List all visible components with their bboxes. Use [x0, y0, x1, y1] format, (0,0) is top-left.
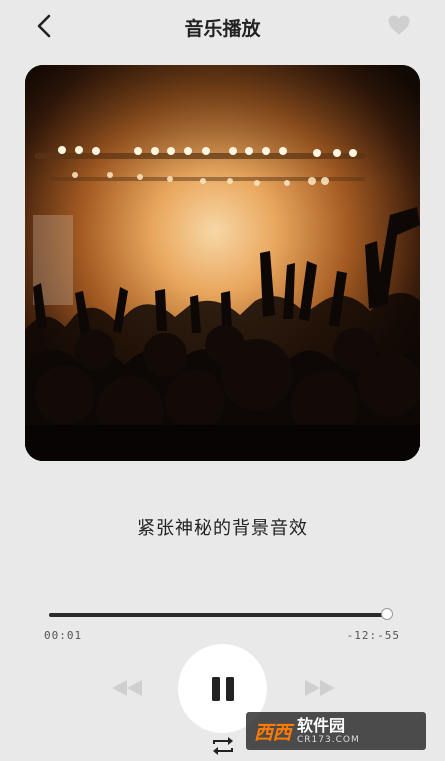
- progress-fill: [49, 613, 387, 617]
- album-cover: [25, 65, 420, 461]
- next-button[interactable]: [303, 678, 337, 698]
- elapsed-time: 00:01: [44, 629, 83, 642]
- watermark-logo: 西西 软件园 CR173.COM: [246, 712, 426, 750]
- rewind-icon: [112, 680, 142, 696]
- music-player-screen: 音乐播放 紧张神秘的背景音效 00:01 -12:-55 西西 软件园 CR17…: [0, 0, 445, 761]
- fast-forward-icon: [305, 680, 335, 696]
- loop-button[interactable]: [211, 735, 235, 757]
- page-title: 音乐播放: [184, 18, 261, 40]
- pause-icon: [211, 676, 234, 701]
- watermark-brand: 西西: [254, 721, 292, 744]
- progress-slider[interactable]: [49, 608, 393, 621]
- repeat-icon: [213, 737, 233, 755]
- song-title: 紧张神秘的背景音效: [137, 518, 308, 539]
- header-bar: 音乐播放: [0, 0, 445, 54]
- concert-crowd-image: [25, 65, 420, 461]
- watermark-site: 软件园 CR173.COM: [297, 715, 360, 745]
- favorite-button[interactable]: [387, 14, 411, 38]
- remaining-time: -12:-55: [346, 629, 400, 642]
- previous-button[interactable]: [110, 678, 144, 698]
- watermark-url: CR173.COM: [297, 734, 360, 745]
- heart-icon: [388, 15, 410, 35]
- watermark-name: 软件园: [297, 715, 346, 735]
- progress-thumb[interactable]: [381, 608, 393, 620]
